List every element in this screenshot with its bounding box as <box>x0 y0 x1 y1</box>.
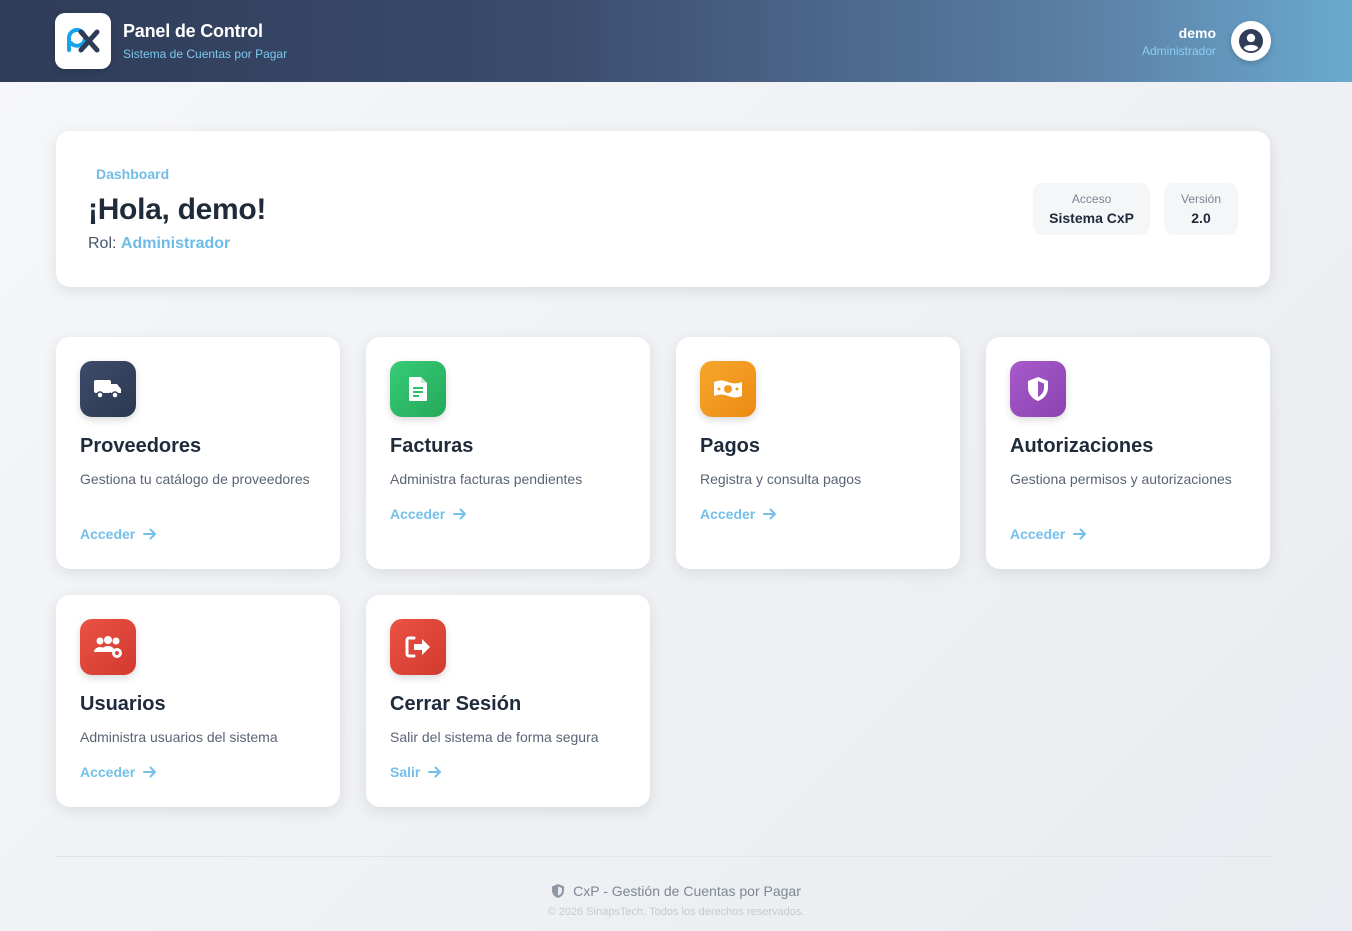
truck-icon <box>94 380 121 399</box>
card-description: Administra usuarios del sistema <box>80 729 278 745</box>
link-label: Acceder <box>80 764 136 780</box>
card-title: Pagos <box>700 435 761 457</box>
arrow-right-icon <box>143 766 157 778</box>
card-icon-box <box>80 619 136 675</box>
card-icon-box <box>390 619 446 675</box>
brand: Panel de Control Sistema de Cuentas por … <box>55 13 287 69</box>
card-title: Facturas <box>390 435 474 457</box>
footer-title: CxP - Gestión de Cuentas por Pagar <box>0 883 1352 899</box>
card-icon-box <box>390 361 446 417</box>
card-title: Proveedores <box>80 435 202 457</box>
logo-icon <box>67 28 100 53</box>
chip-value: Sistema CxP <box>1049 210 1134 226</box>
card-description: Registra y consulta pagos <box>700 471 862 487</box>
app-title: Panel de Control <box>123 21 263 41</box>
card-title: Cerrar Sesión <box>390 693 522 715</box>
money-icon <box>714 380 742 398</box>
card-facturas[interactable]: Facturas Administra facturas pendientes … <box>366 337 650 569</box>
user-circle-icon <box>1239 29 1263 53</box>
card-title: Autorizaciones <box>1010 435 1154 457</box>
card-description: Gestiona tu catálogo de proveedores <box>80 471 310 487</box>
chip-version: Versión 2.0 <box>1164 183 1238 235</box>
chip-label: Versión <box>1180 192 1222 206</box>
link-label: Acceder <box>390 506 446 522</box>
card-cerrar-sesion[interactable]: Cerrar Sesión Salir del sistema de forma… <box>366 595 650 807</box>
link-label: Acceder <box>80 526 136 542</box>
breadcrumb[interactable]: Dashboard <box>96 166 169 182</box>
card-icon-box <box>80 361 136 417</box>
footer-text: CxP - Gestión de Cuentas por Pagar <box>573 883 801 899</box>
card-description: Administra facturas pendientes <box>390 471 583 487</box>
user-role: Administrador <box>1141 43 1216 58</box>
card-icon-box <box>700 361 756 417</box>
arrow-right-icon <box>1073 528 1087 540</box>
link-label: Salir <box>390 764 421 780</box>
card-proveedores[interactable]: Proveedores Gestiona tu catálogo de prov… <box>56 337 340 569</box>
app-logo[interactable] <box>55 13 111 69</box>
role-value: Administrador <box>120 235 231 252</box>
welcome-card: Dashboard ¡Hola, demo! Rol: Administrado… <box>56 131 1270 287</box>
shield-icon <box>551 883 565 899</box>
user-role-line: Rol: Administrador <box>88 235 230 253</box>
card-icon-box <box>1010 361 1066 417</box>
top-header: Panel de Control Sistema de Cuentas por … <box>0 0 1352 82</box>
usuarios-link[interactable]: Acceder <box>80 764 157 780</box>
card-description: Gestiona permisos y autorizaciones <box>1010 471 1232 487</box>
user-name: demo <box>1178 24 1216 41</box>
chip-label: Acceso <box>1071 192 1112 206</box>
arrow-right-icon <box>763 508 777 520</box>
link-label: Acceder <box>1010 526 1066 542</box>
proveedores-link[interactable]: Acceder <box>80 526 157 542</box>
card-title: Usuarios <box>80 693 166 715</box>
chip-access: Acceso Sistema CxP <box>1033 183 1150 235</box>
link-label: Acceder <box>700 506 756 522</box>
app-subtitle: Sistema de Cuentas por Pagar <box>123 47 288 61</box>
pagos-link[interactable]: Acceder <box>700 506 777 522</box>
facturas-link[interactable]: Acceder <box>390 506 467 522</box>
arrow-right-icon <box>143 528 157 540</box>
invoice-icon <box>409 377 427 401</box>
arrow-right-icon <box>453 508 467 520</box>
info-chips: Acceso Sistema CxP Versión 2.0 <box>1033 183 1238 235</box>
chip-value: 2.0 <box>1191 210 1211 226</box>
card-description: Salir del sistema de forma segura <box>390 729 599 745</box>
card-pagos[interactable]: Pagos Registra y consulta pagos Acceder <box>676 337 960 569</box>
avatar[interactable] <box>1231 21 1271 61</box>
page-title: ¡Hola, demo! <box>88 193 267 226</box>
shield-icon <box>1028 377 1048 401</box>
autorizaciones-link[interactable]: Acceder <box>1010 526 1087 542</box>
footer-divider <box>56 856 1272 857</box>
role-label: Rol: <box>88 235 117 252</box>
footer-copyright: © 2026 SinapsTech. Todos los derechos re… <box>547 906 805 918</box>
logout-link[interactable]: Salir <box>390 764 442 780</box>
card-autorizaciones[interactable]: Autorizaciones Gestiona permisos y autor… <box>986 337 1270 569</box>
users-gear-icon <box>94 636 122 658</box>
card-usuarios[interactable]: Usuarios Administra usuarios del sistema… <box>56 595 340 807</box>
user-menu[interactable]: demo Administrador <box>1142 21 1271 61</box>
logout-icon <box>405 636 430 658</box>
arrow-right-icon <box>428 766 442 778</box>
